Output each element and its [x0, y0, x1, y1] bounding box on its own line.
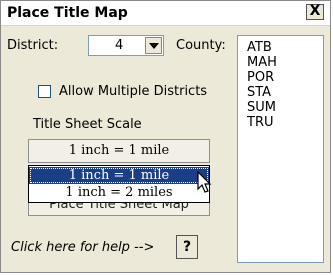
district-label: District: [7, 38, 59, 53]
county-item-sta[interactable]: STA [247, 85, 271, 100]
help-text: Click here for help --> [11, 240, 155, 255]
district-select[interactable]: 4 [88, 35, 164, 56]
county-item-tru[interactable]: TRU [247, 115, 274, 130]
title-bar: Place Title Map X [1, 1, 330, 26]
scale-label: Title Sheet Scale [33, 117, 142, 132]
county-listbox[interactable]: ATB MAH POR STA SUM TRU [237, 35, 324, 263]
county-item-sum[interactable]: SUM [247, 100, 276, 115]
county-item-por[interactable]: POR [247, 70, 274, 85]
scale-option-2-miles[interactable]: 1 inch = 2 miles [29, 184, 209, 201]
county-item-atb[interactable]: ATB [247, 40, 272, 55]
place-title-map-dialog: Place Title Map X District: 4 County: AT… [0, 0, 331, 273]
county-item-mah[interactable]: MAH [247, 55, 277, 70]
allow-multiple-label[interactable]: Allow Multiple Districts [59, 84, 207, 99]
mouse-pointer-icon [197, 171, 212, 193]
scale-selected-value: 1 inch = 1 mile [68, 143, 170, 158]
scale-dropdown-list[interactable]: 1 inch = 1 mile 1 inch = 2 miles [28, 165, 210, 203]
district-dropdown-button[interactable] [145, 37, 162, 54]
help-button[interactable]: ? [176, 235, 198, 259]
dialog-title: Place Title Map [7, 5, 128, 21]
county-label: County: [176, 38, 226, 53]
close-button[interactable]: X [306, 4, 324, 20]
district-value: 4 [115, 38, 124, 53]
allow-multiple-checkbox[interactable] [38, 85, 51, 98]
scale-combobox[interactable]: 1 inch = 1 mile [28, 139, 210, 163]
scale-option-1-mile[interactable]: 1 inch = 1 mile [29, 167, 209, 184]
